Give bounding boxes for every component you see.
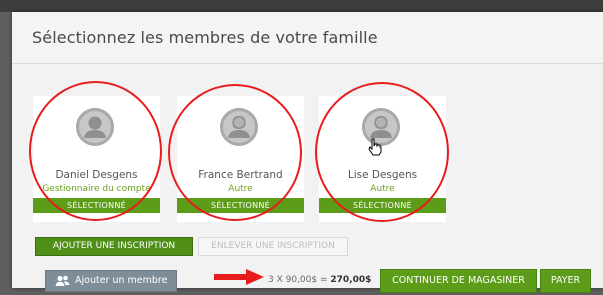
selected-badge[interactable]: SÉLECTIONNÉ <box>319 198 446 213</box>
dialog-title: Sélectionnez les membres de votre famill… <box>32 28 378 47</box>
red-arrow-icon <box>214 269 264 289</box>
price-total-amount: 270,00$ <box>330 275 372 285</box>
member-name: Lise Desgens <box>347 169 418 181</box>
person-female-icon <box>220 108 258 146</box>
remove-registration-button[interactable]: ENLEVER UNE INSCRIPTION <box>198 237 348 256</box>
dialog-body: Daniel Desgens Gestionnaire du compte SÉ… <box>12 64 603 293</box>
dialog-header: Sélectionnez les membres de votre famill… <box>12 12 603 64</box>
continue-shopping-button[interactable]: CONTINUER DE MAGASINER <box>380 269 537 293</box>
add-registration-button[interactable]: AJOUTER UNE INSCRIPTION <box>35 237 193 256</box>
background-strip <box>0 0 603 12</box>
member-card-lise-desgens[interactable]: Lise Desgens Autre SÉLECTIONNÉ <box>319 96 446 222</box>
member-name: France Bertrand <box>198 169 283 181</box>
member-card-daniel-desgens[interactable]: Daniel Desgens Gestionnaire du compte SÉ… <box>33 96 160 222</box>
hand-cursor-icon <box>368 138 382 160</box>
member-name: Daniel Desgens <box>55 169 138 181</box>
price-formula: 3 X 90,00$ = <box>268 275 331 285</box>
add-user-icon <box>55 275 71 295</box>
price-total: 3 X 90,00$ = 270,00$ <box>268 275 371 285</box>
member-card-france-bertrand[interactable]: France Bertrand Autre SÉLECTIONNÉ <box>177 96 304 222</box>
add-member-button[interactable]: Ajouter un membre <box>45 270 177 292</box>
pay-button[interactable]: PAYER <box>540 269 591 293</box>
selected-badge[interactable]: SÉLECTIONNÉ <box>33 198 160 213</box>
person-icon <box>76 108 114 146</box>
member-role: Autre <box>370 184 395 194</box>
member-selection-dialog: Sélectionnez les membres de votre famill… <box>12 12 603 293</box>
add-member-label: Ajouter un membre <box>75 275 168 286</box>
selected-badge[interactable]: SÉLECTIONNÉ <box>177 198 304 213</box>
member-role: Gestionnaire du compte <box>42 184 151 194</box>
member-role: Autre <box>228 184 253 194</box>
